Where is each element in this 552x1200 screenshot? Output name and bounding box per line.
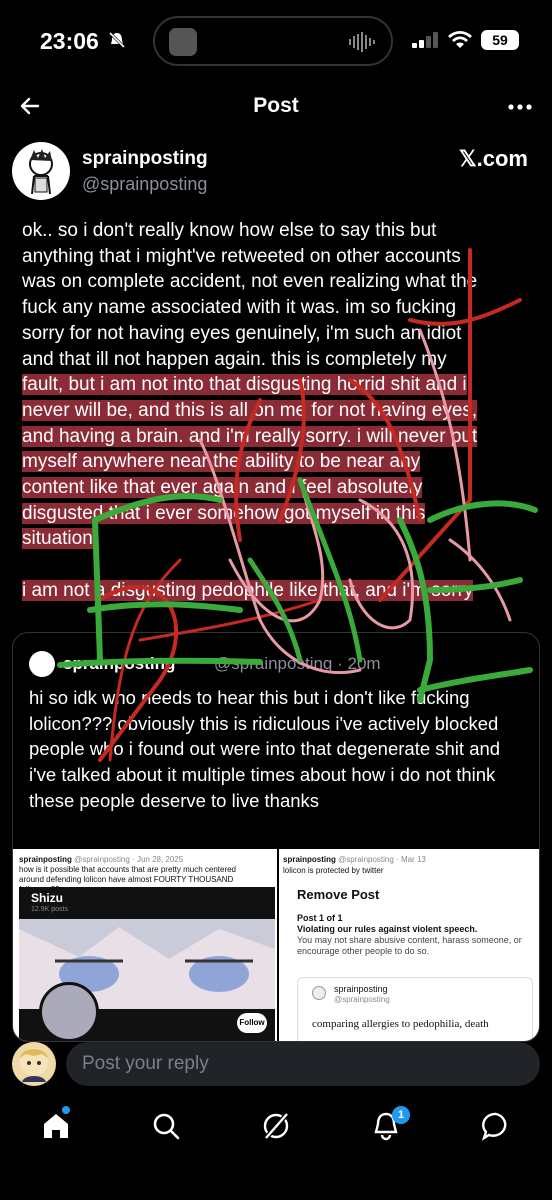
profile-name: Shizu [31,891,63,905]
post-line-highlighted: myself anywhere near the ability to be n… [22,451,421,473]
quoted-author-name: sprainposting [63,654,176,673]
reply-bar [0,1040,552,1092]
post-line-highlighted: and having a brain. and i'm really sorry… [22,425,478,447]
post-line: and that ill not happen again. this is c… [22,348,447,370]
cellular-signal-icon [412,32,438,48]
profile-posts: 12.9K posts [31,906,68,913]
quoted-author-handle: @sprainposting · 20m [214,654,381,673]
quoted-post[interactable]: sprainposting @sprainposting · 20m hi so… [12,632,540,1042]
avatar[interactable] [12,142,70,200]
post-author: sprainposting @sprainposting 𝕏.com [0,140,552,210]
violation-desc: You may not share abusive content, haras… [297,935,522,956]
quoted-post-text: hi so idk who needs to hear this but i d… [29,687,501,811]
top-nav: Post [0,80,552,132]
inner-text: comparing allergies to pedophilia, death [312,1018,489,1030]
avatar-drawing-icon [29,149,53,195]
post-line-highlighted: fault, but i am not into that disgusting… [22,374,467,396]
media-right-protected: lolicon is protected by twitter [283,866,384,875]
more-options-icon[interactable] [508,104,532,110]
post-line-highlighted: i am not a disgusting pedophile like tha… [22,579,474,601]
post-line: ok.. so i don't really know how else to … [22,220,437,241]
bell-off-icon [108,31,126,49]
battery-indicator: 59 [481,30,519,50]
avatar [39,982,99,1041]
post-line: was on complete accident, not even reali… [22,271,478,293]
quoted-media[interactable]: sprainposting @sprainposting · Jun 28, 2… [13,849,539,1041]
notifications-badge: 1 [392,1106,410,1124]
avatar [312,986,326,1000]
source-label: 𝕏.com [458,146,528,171]
author-name[interactable]: sprainposting [82,148,208,170]
media-left-meta: @sprainposting · Jun 28, 2025 [74,855,184,864]
post-line: anything that i might've retweeted on ot… [22,245,461,267]
media-image-right[interactable]: sprainposting @sprainposting · Mar 13 lo… [279,849,539,1041]
dynamic-island[interactable] [153,16,393,66]
bottom-tab-bar [0,1100,552,1160]
grok-icon[interactable] [260,1110,292,1142]
removed-post-card: sprainposting @sprainposting comparing a… [297,977,533,1041]
home-unread-dot [62,1106,70,1114]
avatar [29,651,55,677]
post-line-highlighted: never will be, and this is all on me for… [22,399,478,421]
media-left-name: sprainposting [19,855,72,864]
violation-text: Violating our rules against violent spee… [297,924,478,934]
status-bar: 23:06 59 [0,0,552,80]
post-line-highlighted: situation. [22,528,99,550]
user-avatar-icon [20,1048,48,1082]
inner-handle: @sprainposting [334,995,390,1004]
status-time: 23:06 [40,28,99,54]
post-line-highlighted: content like that ever again and i feel … [22,477,423,499]
reply-input[interactable] [66,1042,540,1086]
page-title: Post [253,94,299,117]
search-icon[interactable] [150,1110,182,1142]
media-right-meta: @sprainposting · Mar 13 [338,855,426,864]
remove-post-title: Remove Post [297,887,380,902]
post-line-highlighted: disgusted that i ever somehow got myself… [22,502,426,524]
post-line: sorry for not having eyes genuinely, i'm… [22,322,462,344]
home-icon[interactable] [40,1110,72,1142]
post-body: ok.. so i don't really know how else to … [0,218,540,604]
post-line: fuck any name associated with it was. im… [22,297,457,319]
audio-wave-icon [349,32,375,52]
app-icon [169,28,197,56]
media-right-name: sprainposting [283,855,336,864]
avatar[interactable] [12,1042,56,1086]
media-image-left[interactable]: sprainposting @sprainposting · Jun 28, 2… [13,849,277,1041]
wifi-icon [448,31,472,48]
post-count: Post 1 of 1 [297,913,343,923]
author-handle[interactable]: @sprainposting [82,174,207,195]
messages-icon[interactable] [480,1110,512,1142]
profile-preview: Shizu 12.9K posts Follow [19,887,275,1041]
follow-button: Follow [237,1013,267,1033]
inner-name: sprainposting [334,984,388,994]
